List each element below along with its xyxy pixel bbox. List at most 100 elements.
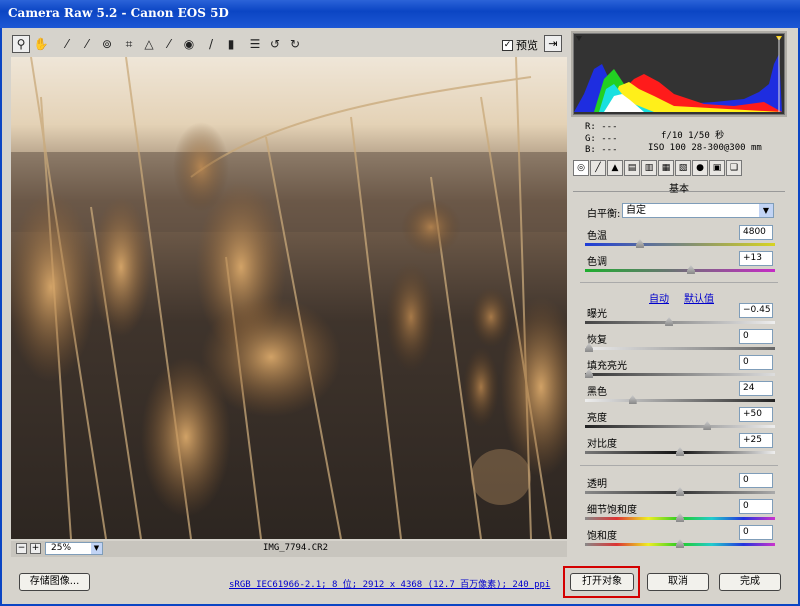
- tab-presets[interactable]: ▣: [709, 160, 725, 176]
- slider-label: 对比度: [587, 439, 617, 450]
- slider-thumb[interactable]: [676, 539, 684, 548]
- tint-value[interactable]: +13: [739, 251, 773, 266]
- vibrance-value[interactable]: 0: [739, 499, 773, 514]
- tab-lens[interactable]: ▦: [658, 160, 674, 176]
- zoom-value: 25%: [51, 543, 72, 553]
- slider-thumb[interactable]: [676, 447, 684, 456]
- panel-tabs: ◎ ╱ ▲ ▤ ▥ ▦ ▧ ● ▣ ❑: [573, 160, 785, 178]
- slider-label: 曝光: [587, 309, 607, 320]
- slider-thumb[interactable]: [676, 487, 684, 496]
- rgb-g: G: ---: [585, 134, 618, 144]
- file-name: IMG_7794.CR2: [263, 543, 329, 553]
- preview-checkbox[interactable]: ✓ 预览: [502, 37, 538, 53]
- highlight-box: [563, 566, 640, 598]
- auto-link[interactable]: 自动: [649, 290, 669, 305]
- tab-split-toning[interactable]: ▥: [641, 160, 657, 176]
- tab-basic[interactable]: ◎: [573, 160, 589, 176]
- fill-light-slider[interactable]: [585, 369, 775, 378]
- target-adjust-icon[interactable]: ⊚: [98, 35, 116, 53]
- vibrance-slider[interactable]: [585, 513, 775, 522]
- exif-aperture: f/10 1/50 秒: [661, 131, 725, 141]
- spot-removal-icon[interactable]: ⁄: [160, 35, 178, 53]
- slider-thumb[interactable]: [665, 317, 674, 326]
- divider: [580, 282, 778, 283]
- tab-detail[interactable]: ▲: [607, 160, 623, 176]
- chevron-down-icon: ▼: [91, 543, 102, 554]
- info-panel: R: --- G: --- B: --- f/10 1/50 秒 ISO 100…: [573, 118, 785, 156]
- brightness-slider[interactable]: [585, 421, 775, 430]
- panel-title: 基本: [573, 180, 785, 195]
- zoom-out-button[interactable]: −: [16, 543, 27, 554]
- saturation-value[interactable]: 0: [739, 525, 773, 540]
- contrast-value[interactable]: +25: [739, 433, 773, 448]
- chevron-down-icon: ▼: [759, 204, 773, 217]
- preferences-icon[interactable]: ☰: [246, 35, 264, 53]
- zoom-select[interactable]: 25% ▼: [45, 542, 103, 555]
- rgb-r: R: ---: [585, 122, 618, 132]
- rgb-b: B: ---: [585, 145, 618, 155]
- slider-thumb[interactable]: [635, 239, 644, 248]
- white-balance-select[interactable]: 自定 ▼: [622, 203, 774, 218]
- tab-camera-calibration[interactable]: ●: [692, 160, 708, 176]
- brightness-value[interactable]: +50: [739, 407, 773, 422]
- rotate-cw-icon[interactable]: ↻: [286, 35, 304, 53]
- clarity-value[interactable]: 0: [739, 473, 773, 488]
- white-balance-icon[interactable]: ⁄: [58, 35, 76, 53]
- color-sampler-icon[interactable]: ⁄: [78, 35, 96, 53]
- slider-label: 填充亮光: [587, 361, 627, 372]
- save-image-button[interactable]: 存储图像...: [19, 573, 90, 591]
- slider-label: 黑色: [587, 387, 607, 398]
- done-button[interactable]: 完成: [719, 573, 781, 591]
- blacks-value[interactable]: 24: [739, 381, 773, 396]
- fullscreen-button[interactable]: ⇥: [544, 35, 562, 52]
- divider: [580, 465, 778, 466]
- status-bar: − + 25% ▼ IMG_7794.CR2: [11, 541, 567, 557]
- fill-light-value[interactable]: 0: [739, 355, 773, 370]
- slider-label: 亮度: [587, 413, 607, 424]
- exposure-slider[interactable]: [585, 317, 775, 326]
- tab-hsl[interactable]: ▤: [624, 160, 640, 176]
- zoom-icon[interactable]: ⚲: [12, 35, 30, 53]
- rotate-ccw-icon[interactable]: ↺: [266, 35, 284, 53]
- saturation-slider[interactable]: [585, 539, 775, 548]
- zoom-in-button[interactable]: +: [30, 543, 41, 554]
- slider-thumb[interactable]: [703, 421, 712, 430]
- adjustment-brush-icon[interactable]: /: [202, 35, 220, 53]
- recovery-slider[interactable]: [585, 343, 775, 352]
- slider-thumb[interactable]: [686, 265, 695, 274]
- workflow-options-link[interactable]: sRGB IEC61966-2.1; 8 位; 2912 x 4368 (12.…: [229, 577, 550, 590]
- blacks-slider[interactable]: [585, 395, 775, 404]
- tab-snapshots[interactable]: ❑: [726, 160, 742, 176]
- preview-image[interactable]: [11, 57, 567, 539]
- toolbar: ⚲ ✋ ⁄ ⁄ ⊚ ⌗ △ ⁄ ◉ / ▮ ☰ ↺ ↻: [10, 33, 570, 55]
- slider-label: 恢复: [587, 335, 607, 346]
- cancel-button[interactable]: 取消: [647, 573, 709, 591]
- slider-label: 饱和度: [587, 531, 617, 542]
- preview-check-icon[interactable]: ✓: [502, 39, 513, 51]
- straighten-icon[interactable]: △: [140, 35, 158, 53]
- slider-label: 细节饱和度: [587, 505, 637, 516]
- preview-label: 预览: [516, 39, 538, 52]
- default-link[interactable]: 默认值: [684, 290, 714, 305]
- histogram: [573, 33, 785, 115]
- clarity-slider[interactable]: [585, 487, 775, 496]
- hand-icon[interactable]: ✋: [32, 35, 50, 53]
- slider-label: 色温: [587, 231, 607, 242]
- tab-tone-curve[interactable]: ╱: [590, 160, 606, 176]
- slider-thumb[interactable]: [628, 395, 637, 404]
- tint-slider[interactable]: [585, 265, 775, 274]
- recovery-value[interactable]: 0: [739, 329, 773, 344]
- temp-value[interactable]: 4800: [739, 225, 773, 240]
- wb-label: 白平衡:: [587, 209, 621, 220]
- slider-thumb[interactable]: [676, 513, 684, 522]
- temp-slider[interactable]: [585, 239, 775, 248]
- graduated-filter-icon[interactable]: ▮: [222, 35, 240, 53]
- basic-panel: 白平衡: 自定 ▼ 色温 4800 色调 +13 自动 默认值 曝光 −0.45 …: [580, 196, 778, 556]
- contrast-slider[interactable]: [585, 447, 775, 456]
- exposure-value[interactable]: −0.45: [739, 303, 773, 318]
- tab-effects[interactable]: ▧: [675, 160, 691, 176]
- crop-icon[interactable]: ⌗: [120, 35, 138, 53]
- red-eye-icon[interactable]: ◉: [180, 35, 198, 53]
- exif-iso: ISO 100 28-300@300 mm: [648, 143, 762, 153]
- slider-label: 色调: [587, 257, 607, 268]
